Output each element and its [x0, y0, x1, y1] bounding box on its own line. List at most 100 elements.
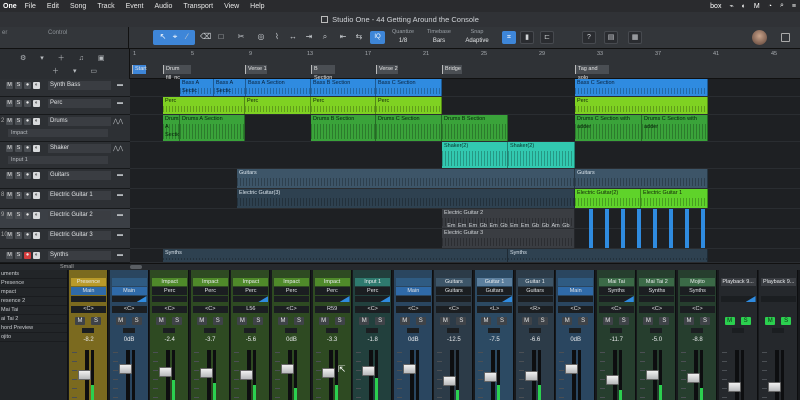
fader-handle[interactable] — [646, 369, 660, 380]
record-button[interactable]: ● — [24, 212, 31, 219]
tool-4-icon[interactable]: □ — [216, 32, 226, 42]
mute-button[interactable]: M — [156, 317, 167, 325]
solo-button[interactable]: S — [15, 252, 22, 259]
fader-handle[interactable] — [402, 363, 416, 374]
event-clip[interactable]: Synths — [508, 249, 708, 262]
channel-output[interactable]: Guitars — [477, 287, 512, 295]
insert-slot[interactable] — [639, 296, 675, 302]
snap-value[interactable]: Adaptive — [462, 38, 492, 44]
horizontal-scrollbar[interactable] — [130, 263, 800, 270]
insert-slot[interactable] — [233, 296, 269, 302]
channel-name[interactable]: Input 1 — [355, 278, 391, 286]
event-clip[interactable]: Perc — [311, 97, 376, 114]
mute-button[interactable]: M — [724, 317, 735, 325]
event-clip[interactable]: Drums B Section — [442, 115, 508, 141]
event-clip[interactable]: Perc — [163, 97, 245, 114]
track-name[interactable]: Perc — [48, 99, 111, 108]
pan-control[interactable]: <C> — [558, 306, 594, 313]
monitor-button[interactable]: ◐ — [33, 192, 40, 199]
pan-control[interactable]: <C> — [395, 306, 431, 313]
channel-output[interactable]: Perc — [152, 287, 188, 295]
insert-slot[interactable] — [436, 296, 472, 302]
solo-button[interactable]: S — [578, 317, 589, 325]
insert-slot[interactable] — [111, 296, 147, 302]
mute-button[interactable]: M — [75, 317, 85, 325]
track-name[interactable]: Synth Bass — [48, 81, 111, 90]
record-monitor[interactable] — [163, 328, 176, 333]
channel-strip[interactable]: Mai Tai 2 Synths <C> M S -5.0 — [637, 270, 677, 400]
mute-button[interactable]: M — [6, 82, 13, 89]
track-name[interactable]: Electric Guitar 1 — [48, 191, 111, 200]
channel-output[interactable]: Main — [111, 287, 147, 295]
track-header[interactable]: M S ● ◐ Synths ▬ — [0, 249, 130, 263]
record-monitor[interactable] — [285, 328, 297, 333]
channel-strip[interactable]: Impact Perc <C> M S 0dB — [272, 270, 311, 400]
fader-handle[interactable] — [768, 381, 782, 392]
fader-handle[interactable] — [321, 368, 335, 378]
menu-transport[interactable]: Transport — [183, 3, 213, 10]
channel-strip[interactable]: Main <C> M S 0dB — [393, 270, 433, 400]
lane-shaker[interactable]: Shaker(2) Shaker(2) — [130, 142, 800, 169]
solo-button[interactable]: S — [740, 317, 751, 325]
event-clip[interactable]: Bass C Section — [376, 79, 442, 96]
mute-button[interactable]: M — [481, 317, 491, 325]
status-icon-0[interactable]: box — [710, 3, 721, 10]
record-monitor[interactable] — [366, 328, 379, 333]
mute-button[interactable]: M — [521, 317, 532, 325]
monitor-button[interactable]: ◐ — [33, 145, 40, 152]
pan-control[interactable]: <C> — [71, 306, 106, 313]
mute-button[interactable]: M — [643, 317, 654, 325]
user-avatar[interactable] — [752, 30, 767, 45]
solo-button[interactable]: S — [375, 317, 386, 325]
insert-slot[interactable] — [558, 296, 594, 302]
solo-button[interactable]: S — [456, 317, 467, 325]
channel-name[interactable]: Presence — [71, 278, 106, 286]
arranger-marker[interactable]: Start — [132, 65, 147, 74]
arranger-marker[interactable]: Tag and solo — [575, 65, 609, 81]
fader-handle[interactable] — [524, 371, 538, 382]
fader-handle[interactable] — [240, 369, 254, 380]
event-clip[interactable]: Perc — [376, 97, 442, 114]
menu-audio[interactable]: Audio — [154, 3, 172, 10]
insert-slot[interactable] — [477, 296, 512, 302]
event-clip[interactable]: Drums B Section — [311, 115, 376, 141]
event-clip[interactable]: Drums A Section — [163, 115, 180, 141]
record-monitor[interactable] — [488, 328, 500, 333]
pan-control[interactable]: <L> — [477, 306, 512, 313]
track-instrument[interactable]: Impact — [8, 129, 108, 137]
solo-button[interactable]: S — [172, 317, 183, 325]
channel-name[interactable]: Guitar 1 — [477, 278, 512, 286]
fader-handle[interactable] — [159, 367, 173, 378]
track-name[interactable]: Shaker — [48, 144, 111, 153]
record-button[interactable]: ● — [24, 100, 31, 107]
channel-output[interactable]: Perc — [192, 287, 228, 295]
menu-file[interactable]: File — [25, 3, 36, 10]
menu-edit[interactable]: Edit — [47, 3, 59, 10]
pan-control[interactable]: <C> — [436, 306, 472, 313]
channel-name[interactable]: Impact — [233, 278, 269, 286]
mute-button[interactable]: M — [6, 232, 13, 239]
arranger-marker[interactable]: B Section — [311, 65, 335, 81]
monitor-button[interactable]: ◐ — [33, 232, 40, 239]
status-icon-6[interactable]: ≡ — [792, 3, 796, 10]
channel-name[interactable]: Impact — [192, 278, 228, 286]
fader-handle[interactable] — [199, 368, 213, 378]
event-clip[interactable]: Synths — [163, 249, 508, 262]
insert-slot[interactable] — [598, 296, 634, 302]
mute-button[interactable]: M — [359, 317, 370, 325]
lane-electric-guitar-3[interactable]: Electric Guitar 3 Em Em Em Gb Em Gb Em Em Gb Gb Am G… — [130, 223, 800, 249]
mute-button[interactable]: M — [6, 172, 13, 179]
toolbar-button-4[interactable]: ▤ — [604, 31, 618, 44]
iq-button[interactable]: IQ — [370, 31, 385, 44]
pan-control[interactable]: <C> — [639, 306, 675, 313]
monitor-button[interactable]: ◐ — [33, 172, 40, 179]
mute-button[interactable]: M — [6, 192, 13, 199]
record-monitor[interactable] — [82, 328, 94, 333]
solo-button[interactable]: S — [212, 317, 223, 325]
track-header[interactable]: M S ● ◐ Synth Bass ▬ — [0, 79, 130, 97]
record-monitor[interactable] — [609, 328, 622, 333]
event-clip[interactable]: Drums C Section with adder — [575, 115, 642, 141]
mute-button[interactable]: M — [6, 100, 13, 107]
channel-strip[interactable]: Mojito Synths <C> M S -8.8 — [678, 270, 717, 400]
record-button[interactable]: ● — [24, 172, 31, 179]
